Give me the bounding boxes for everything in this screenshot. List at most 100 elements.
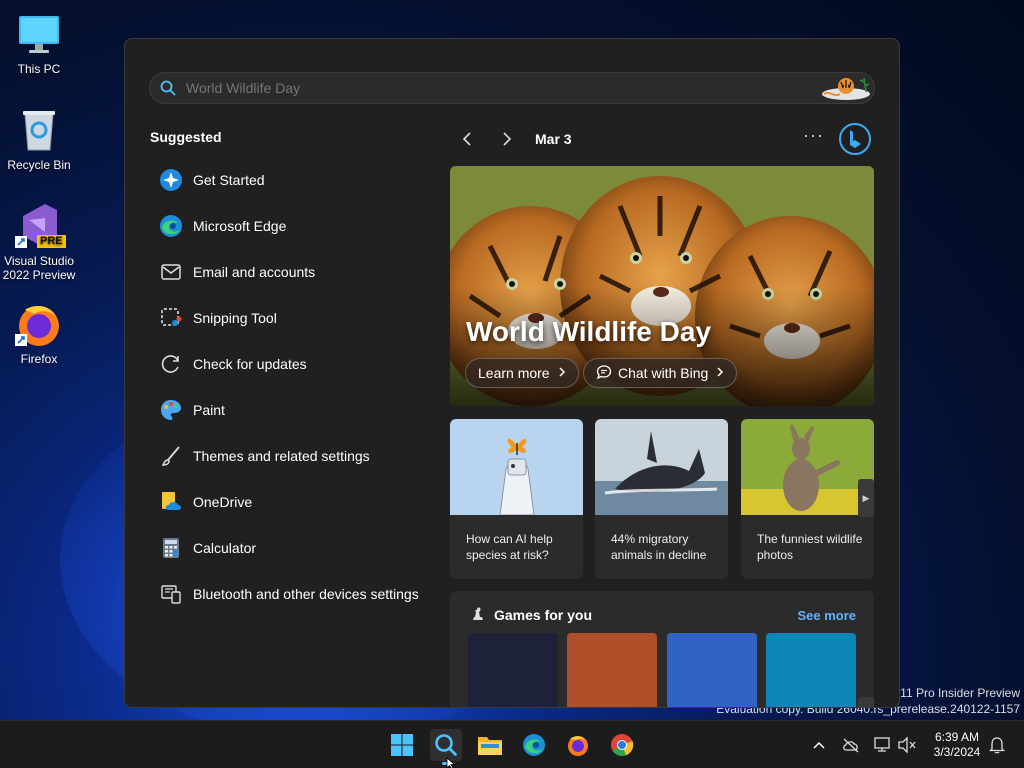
notification-bell-icon[interactable] xyxy=(986,734,1008,756)
suggested-item-bluetooth-devices[interactable]: Bluetooth and other devices settings xyxy=(149,571,439,617)
news-card[interactable]: The funniest wildlife photos xyxy=(741,419,874,579)
news-card-title: How can AI help species at risk? xyxy=(466,532,553,562)
news-card-title: 44% migratory animals in decline xyxy=(611,532,707,562)
suggested-item-label: Bluetooth and other devices settings xyxy=(193,586,419,602)
start-button[interactable] xyxy=(386,729,418,761)
chrome-icon xyxy=(611,734,634,757)
firefox-icon xyxy=(15,300,63,348)
games-title: Games for you xyxy=(494,607,593,623)
folder-icon xyxy=(478,737,502,755)
robot-butterfly-image xyxy=(450,419,583,516)
edge-icon xyxy=(159,214,183,238)
learn-more-button[interactable]: Learn more xyxy=(465,358,579,388)
suggested-item-get-started[interactable]: Get Started xyxy=(149,157,439,203)
desktop-icon-firefox[interactable]: Firefox xyxy=(2,300,76,366)
more-options-button[interactable]: ··· xyxy=(803,125,824,146)
search-icon xyxy=(435,734,457,756)
game-tile[interactable] xyxy=(766,633,856,707)
desktop-icon-label: This PC xyxy=(17,62,61,76)
chat-bubble-icon xyxy=(596,364,612,383)
preview-badge: PRE xyxy=(37,235,66,248)
volume-muted-icon[interactable] xyxy=(896,734,918,756)
desktop-icon-label: Firefox xyxy=(20,352,58,366)
hero-title: World Wildlife Day xyxy=(466,316,712,347)
suggested-item-label: Snipping Tool xyxy=(193,310,277,326)
show-hidden-icons-chevron-icon[interactable] xyxy=(808,734,830,756)
recycle-bin-icon xyxy=(15,106,63,154)
taskbar: 6:39 AM 3/3/2024 xyxy=(0,720,1024,768)
firefox-button[interactable] xyxy=(562,729,594,761)
mail-icon xyxy=(159,260,183,284)
kangaroo-image xyxy=(741,419,874,515)
search-input[interactable] xyxy=(186,80,820,96)
suggested-item-label: Get Started xyxy=(193,172,265,188)
chat-with-bing-label: Chat with Bing xyxy=(618,365,709,381)
cloud-off-icon[interactable] xyxy=(840,734,862,756)
games-scroll-right-icon[interactable]: ▶ xyxy=(858,697,874,707)
previous-day-button[interactable] xyxy=(455,127,479,151)
mouse-cursor-icon xyxy=(446,756,456,768)
news-card[interactable]: How can AI help species at risk? xyxy=(450,419,583,579)
system-clock[interactable]: 6:39 AM 3/3/2024 xyxy=(922,730,992,760)
desktop-icon-this-pc[interactable]: This PC xyxy=(2,10,76,76)
refresh-icon xyxy=(159,352,183,376)
edge-icon xyxy=(523,734,545,756)
game-controller-icon xyxy=(470,606,486,627)
clock-date: 3/3/2024 xyxy=(933,745,981,759)
snipping-tool-icon xyxy=(159,306,183,330)
desktop-icon-label: Visual Studio 2022 Preview xyxy=(2,254,76,282)
brush-icon xyxy=(159,444,183,468)
desktop-icon-recycle-bin[interactable]: Recycle Bin xyxy=(2,106,76,172)
suggested-item-label: Check for updates xyxy=(193,356,307,372)
hero-card[interactable]: World Wildlife Day Learn more Chat with … xyxy=(450,166,874,406)
suggested-item-label: Email and accounts xyxy=(193,264,316,280)
file-explorer-button[interactable] xyxy=(474,729,506,761)
clock-time: 6:39 AM xyxy=(934,730,980,744)
visual-studio-icon: PRE xyxy=(15,202,66,250)
paint-icon xyxy=(159,398,183,422)
cards-scroll-right-icon[interactable]: ▶ xyxy=(858,479,874,517)
search-highlight-tiger-icon[interactable] xyxy=(820,74,872,102)
desktop-icon-visual-studio[interactable]: PRE Visual Studio 2022 Preview xyxy=(2,202,76,282)
watermark-line-1: s 11 Pro Insider Preview xyxy=(890,686,1020,700)
suggested-item-snipping-tool[interactable]: Snipping Tool xyxy=(149,295,439,341)
edge-button[interactable] xyxy=(518,729,550,761)
chat-with-bing-button[interactable]: Chat with Bing xyxy=(583,358,738,388)
see-more-link[interactable]: See more xyxy=(797,608,856,623)
suggested-item-paint[interactable]: Paint xyxy=(149,387,439,433)
calculator-icon xyxy=(159,536,183,560)
firefox-icon xyxy=(568,736,588,756)
next-day-button[interactable] xyxy=(495,127,519,151)
suggested-item-email-accounts[interactable]: Email and accounts xyxy=(149,249,439,295)
chevron-right-icon xyxy=(558,365,566,381)
network-icon[interactable] xyxy=(872,734,894,756)
chevron-right-icon xyxy=(716,365,724,381)
monitor-icon xyxy=(15,10,63,58)
suggested-item-label: OneDrive xyxy=(193,494,253,510)
game-tile[interactable] xyxy=(667,633,757,707)
search-box[interactable] xyxy=(149,72,875,104)
desktop-icon-label: Recycle Bin xyxy=(7,158,71,172)
onedrive-icon xyxy=(159,490,183,514)
suggested-item-label: Themes and related settings xyxy=(193,448,370,464)
highlight-date: Mar 3 xyxy=(535,131,572,147)
suggested-item-check-updates[interactable]: Check for updates xyxy=(149,341,439,387)
get-started-icon xyxy=(159,168,183,192)
windows-logo-icon xyxy=(391,734,413,756)
suggested-heading: Suggested xyxy=(150,129,222,145)
suggested-item-microsoft-edge[interactable]: Microsoft Edge xyxy=(149,203,439,249)
highlights-header: Mar 3 ··· xyxy=(455,123,875,155)
suggested-item-themes[interactable]: Themes and related settings xyxy=(149,433,439,479)
suggested-item-calculator[interactable]: Calculator xyxy=(149,525,439,571)
breaching-whale-image xyxy=(595,419,728,515)
search-icon xyxy=(150,80,186,96)
bing-chat-icon[interactable] xyxy=(837,121,873,157)
game-tile[interactable] xyxy=(567,633,657,707)
chrome-button[interactable] xyxy=(606,729,638,761)
news-card-title: The funniest wildlife photos xyxy=(757,532,863,562)
suggested-item-onedrive[interactable]: OneDrive xyxy=(149,479,439,525)
games-section: Games for you See more ▶ xyxy=(450,591,874,707)
news-card[interactable]: 44% migratory animals in decline xyxy=(595,419,728,579)
game-tile[interactable] xyxy=(468,633,558,707)
suggested-item-label: Paint xyxy=(193,402,225,418)
